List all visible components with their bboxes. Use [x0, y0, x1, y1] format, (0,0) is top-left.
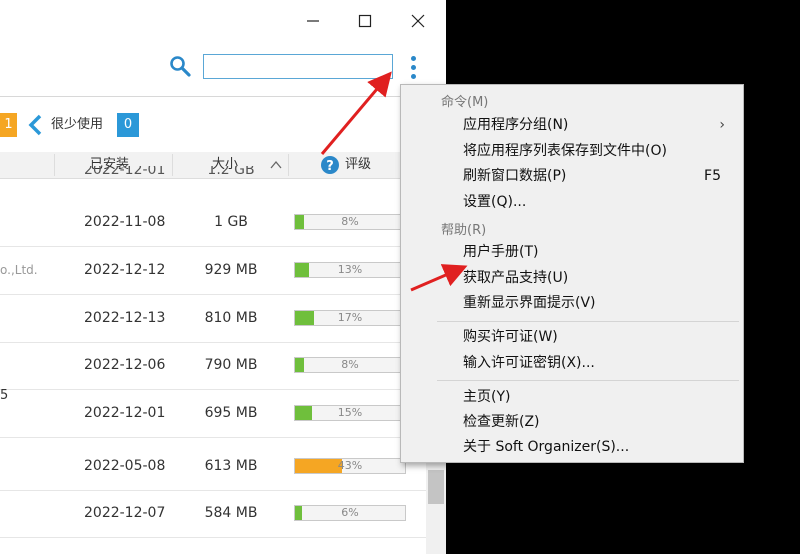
rating-percent: 8% — [341, 358, 359, 371]
menu-item-label: 刷新窗口数据(P) — [463, 168, 567, 184]
close-icon — [411, 14, 425, 28]
menu-item-enter-key[interactable]: 输入许可证密钥(X)... — [463, 352, 729, 374]
table-row[interactable]: o.,Ltd. 2022-12-12 929 MB 13% — [0, 247, 426, 295]
table-row[interactable]: 5 2022-12-01 695 MB 15% — [0, 388, 426, 438]
menu-item-homepage[interactable]: 主页(Y) — [463, 386, 729, 408]
menu-item-group-apps[interactable]: 应用程序分组(N) › — [463, 114, 729, 136]
table-row[interactable]: 2022-12-13 810 MB 17% — [0, 295, 426, 343]
rating-percent: 43% — [337, 459, 363, 472]
menu-item-label: 检查更新(Z) — [463, 414, 540, 430]
row-installed-date: 2022-12-07 — [84, 505, 166, 521]
table-row[interactable]: 2022-12-07 584 MB 6% — [0, 490, 426, 538]
scrollbar-thumb[interactable] — [428, 470, 444, 504]
menu-item-label: 将应用程序列表保存到文件中(O) — [463, 143, 667, 159]
table-row[interactable]: 2022-12-06 790 MB 8% — [0, 342, 426, 390]
context-menu: 命令(M) 应用程序分组(N) › 将应用程序列表保存到文件中(O) 刷新窗口数… — [400, 84, 744, 463]
row-installed-date: 2022-12-13 — [84, 310, 166, 326]
rating-bar: 15% — [294, 405, 406, 421]
rating-percent: 8% — [341, 215, 359, 228]
row-size: 1.2 GB — [207, 166, 255, 178]
rating-bar: 17% — [294, 310, 406, 326]
rating-bar: 8% — [294, 357, 406, 373]
more-menu-button[interactable] — [404, 52, 424, 84]
row-size: 790 MB — [204, 357, 258, 373]
row-size: 929 MB — [204, 262, 258, 278]
menu-item-label: 输入许可证密钥(X)... — [463, 355, 595, 371]
rating-bar: 13% — [294, 262, 406, 278]
row-installed-date: 2022-12-12 — [84, 262, 166, 278]
row-publisher: o.,Ltd. — [0, 263, 38, 277]
rating-bar: 6% — [294, 505, 406, 521]
chevron-right-icon: › — [719, 117, 725, 133]
row-size: 810 MB — [204, 310, 258, 326]
rating-bar: 43% — [294, 458, 406, 474]
menu-item-get-support[interactable]: 获取产品支持(U) — [463, 267, 729, 289]
menu-item-settings[interactable]: 设置(Q)... — [463, 191, 729, 213]
table-row[interactable]: 2022-11-08 1 GB 8% — [0, 199, 426, 247]
menu-item-label: 主页(Y) — [463, 389, 511, 405]
menu-item-label: 获取产品支持(U) — [463, 270, 569, 286]
maximize-icon — [358, 14, 372, 28]
rating-bar: 8% — [294, 214, 406, 230]
row-size: 584 MB — [204, 505, 258, 521]
menu-item-label: 购买许可证(W) — [463, 329, 558, 345]
chevron-left-icon[interactable] — [26, 113, 46, 137]
menu-item-label: 重新显示界面提示(V) — [463, 295, 596, 311]
menu-item-about[interactable]: 关于 Soft Organizer(S)... — [463, 436, 729, 458]
menu-item-label: 应用程序分组(N) — [463, 117, 569, 133]
menu-item-label: 用户手册(T) — [463, 244, 539, 260]
filter-rarely-used-count[interactable]: 0 — [117, 113, 139, 137]
row-size: 695 MB — [204, 405, 258, 421]
row-size: 613 MB — [204, 458, 258, 474]
filter-count-badge[interactable]: 1 — [0, 113, 17, 137]
menu-separator — [437, 321, 739, 322]
menu-separator — [437, 380, 739, 381]
row-installed-date: 2022-11-08 — [84, 214, 166, 230]
rating-percent: 15% — [337, 406, 363, 419]
rating-percent: 13% — [337, 263, 363, 276]
menu-item-label: 关于 Soft Organizer(S)... — [463, 439, 630, 455]
table-row[interactable]: 2022-05-08 613 MB 43% — [0, 443, 426, 491]
rating-percent: 17% — [337, 311, 363, 324]
menu-item-buy-license[interactable]: 购买许可证(W) — [463, 326, 729, 348]
row-installed-date: 2022-12-01 — [84, 405, 166, 421]
menu-item-reshow-tips[interactable]: 重新显示界面提示(V) — [463, 292, 729, 314]
minimize-icon — [307, 20, 319, 22]
table-row[interactable]: 2022-12-01 1.2 GB — [0, 166, 426, 178]
app-window: 1 很少使用 0 已安装 大小 ? 评级 2022-12-01 1.2 GB 2… — [0, 0, 446, 554]
title-bar — [0, 0, 446, 44]
filter-rarely-used[interactable]: 很少使用 — [51, 113, 103, 137]
row-installed-date: 2022-12-01 — [84, 166, 166, 178]
row-version: 5 — [0, 388, 9, 403]
menu-item-label: 设置(Q)... — [463, 194, 527, 210]
row-size: 1 GB — [214, 214, 248, 230]
row-installed-date: 2022-05-08 — [84, 458, 166, 474]
menu-section-commands: 命令(M) — [441, 95, 489, 110]
minimize-button[interactable] — [296, 6, 330, 36]
menu-item-save-list[interactable]: 将应用程序列表保存到文件中(O) — [463, 140, 729, 162]
maximize-button[interactable] — [348, 6, 382, 36]
search-input[interactable] — [203, 54, 393, 79]
menu-item-shortcut: F5 — [704, 168, 721, 184]
row-installed-date: 2022-12-06 — [84, 357, 166, 373]
menu-item-check-updates[interactable]: 检查更新(Z) — [463, 411, 729, 433]
close-button[interactable] — [401, 6, 435, 36]
search-icon[interactable] — [168, 54, 192, 78]
menu-item-refresh[interactable]: 刷新窗口数据(P) F5 — [463, 165, 729, 187]
menu-item-user-manual[interactable]: 用户手册(T) — [463, 241, 729, 263]
menu-section-help: 帮助(R) — [441, 223, 487, 238]
toolbar-divider — [0, 96, 426, 97]
rating-percent: 6% — [341, 506, 359, 519]
